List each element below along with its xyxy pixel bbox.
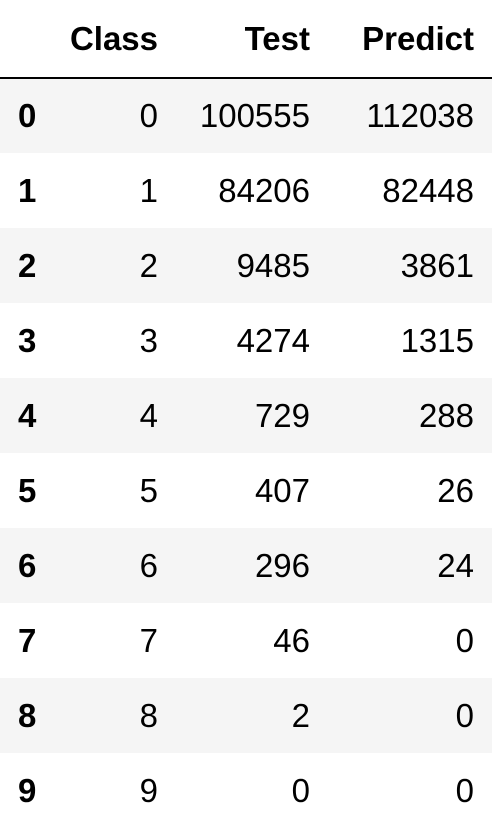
header-row: Class Test Predict xyxy=(0,0,492,79)
predict-cell: 26 xyxy=(437,471,474,509)
row-index: 9 xyxy=(18,771,37,809)
class-cell: 6 xyxy=(139,546,158,584)
class-cell: 0 xyxy=(139,97,158,134)
row-index: 8 xyxy=(18,696,37,734)
predict-cell: 24 xyxy=(437,546,474,584)
table-row: 5 5 407 26 xyxy=(0,453,492,528)
row-index: 3 xyxy=(18,321,37,359)
test-cell: 4274 xyxy=(236,321,310,359)
table-row: 3 3 4274 1315 xyxy=(0,303,492,378)
class-cell: 3 xyxy=(139,321,158,359)
test-cell: 9485 xyxy=(236,246,310,284)
table-row: 6 6 296 24 xyxy=(0,528,492,603)
class-cell: 5 xyxy=(139,471,158,509)
class-cell: 7 xyxy=(139,621,158,659)
predict-cell: 112038 xyxy=(366,97,474,134)
predict-cell: 288 xyxy=(418,396,474,434)
predict-header: Predict xyxy=(328,0,492,79)
row-index: 4 xyxy=(18,396,37,434)
class-cell: 9 xyxy=(139,771,158,809)
table-body: 0 0 100555 112038 1 1 84206 82448 2 2 9485 3861 3 3 42… xyxy=(0,78,492,828)
predict-cell: 82448 xyxy=(382,171,474,209)
table-row: 4 4 729 288 xyxy=(0,378,492,453)
table-row: 2 2 9485 3861 xyxy=(0,228,492,303)
class-cell: 4 xyxy=(139,396,158,434)
table-row: 0 0 100555 112038 xyxy=(0,78,492,153)
row-index: 2 xyxy=(18,246,37,284)
test-cell: 100555 xyxy=(199,97,310,134)
test-header: Test xyxy=(176,0,328,79)
test-cell: 729 xyxy=(254,396,310,434)
dataframe-table: Class Test Predict 0 0 100555 112038 1 1 84206… xyxy=(0,0,492,828)
class-cell: 8 xyxy=(139,696,158,734)
row-index: 6 xyxy=(18,546,37,584)
row-index: 5 xyxy=(18,471,37,509)
row-index: 1 xyxy=(18,171,37,209)
test-cell: 46 xyxy=(273,621,310,659)
table-header: Class Test Predict xyxy=(0,0,492,79)
test-cell: 407 xyxy=(254,471,310,509)
predict-cell: 0 xyxy=(455,696,474,734)
predict-cell: 0 xyxy=(455,621,474,659)
row-index: 7 xyxy=(18,621,37,659)
table-row: 9 9 0 0 xyxy=(0,753,492,828)
row-index: 0 xyxy=(18,97,37,134)
test-cell: 84206 xyxy=(218,171,310,209)
test-cell: 296 xyxy=(254,546,310,584)
table-row: 1 1 84206 82448 xyxy=(0,153,492,228)
predict-cell: 3861 xyxy=(400,246,474,284)
index-header xyxy=(0,0,60,79)
predict-cell: 1315 xyxy=(400,321,474,359)
predict-cell: 0 xyxy=(455,771,474,809)
class-header: Class xyxy=(60,0,176,79)
test-cell: 2 xyxy=(291,696,310,734)
class-cell: 2 xyxy=(139,246,158,284)
table-row: 8 8 2 0 xyxy=(0,678,492,753)
table-row: 7 7 46 0 xyxy=(0,603,492,678)
class-cell: 1 xyxy=(139,171,158,209)
test-cell: 0 xyxy=(291,771,310,809)
